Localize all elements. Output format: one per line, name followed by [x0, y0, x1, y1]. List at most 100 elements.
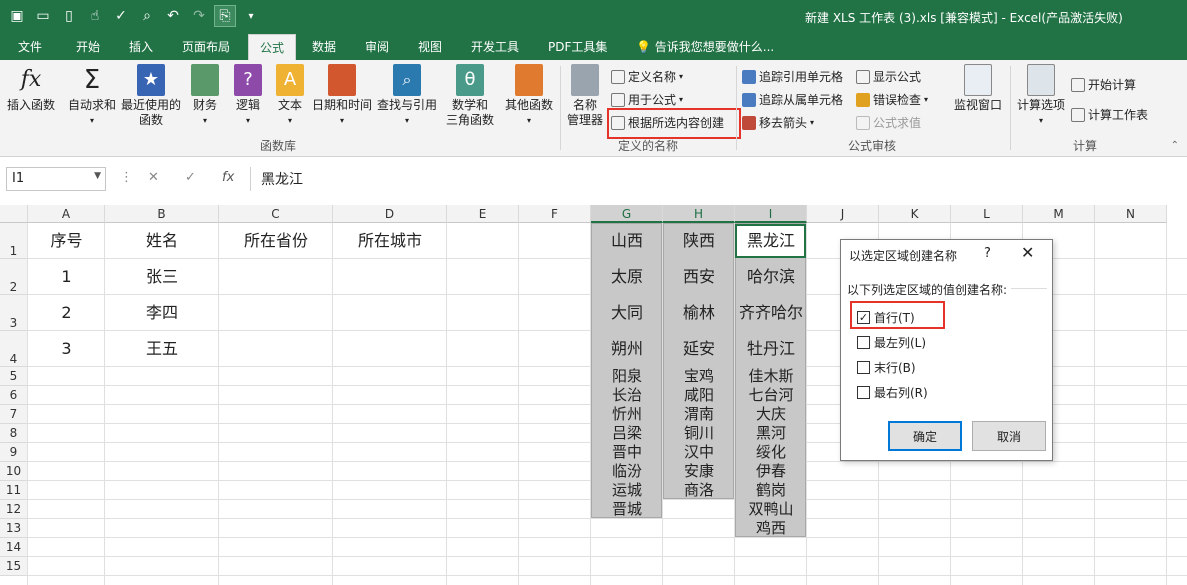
recently-used-button[interactable]: ★ 最近使用的 函数: [120, 64, 182, 128]
tell-me-search[interactable]: 💡 告诉我您想要做什么...: [636, 38, 774, 55]
evaluate-formula-button[interactable]: 公式求值: [856, 114, 921, 131]
save-icon[interactable]: ▣: [6, 5, 28, 27]
column-header-i[interactable]: I: [735, 205, 807, 223]
cell-g9[interactable]: 晋中: [591, 443, 663, 462]
bottom-row-checkbox[interactable]: 末行(B): [857, 359, 916, 376]
tab-file[interactable]: 文件: [18, 38, 42, 55]
row-header-12[interactable]: 12: [0, 500, 28, 519]
column-header-d[interactable]: D: [333, 205, 447, 223]
cell-a3[interactable]: 2: [28, 295, 105, 331]
cell-g3[interactable]: 大同: [591, 295, 663, 331]
cell-b1[interactable]: 姓名: [105, 223, 219, 259]
touch-mode-icon[interactable]: ☝: [84, 5, 106, 27]
left-column-checkbox[interactable]: 最左列(L): [857, 334, 926, 351]
enter-icon[interactable]: ✓: [185, 170, 196, 185]
column-header-b[interactable]: B: [105, 205, 219, 223]
collapse-ribbon-icon[interactable]: ⌃: [1171, 140, 1179, 151]
row-header-8[interactable]: 8: [0, 424, 28, 443]
cell-i4[interactable]: 牡丹江: [735, 331, 807, 367]
row-header-4[interactable]: 4: [0, 331, 28, 367]
cell-g7[interactable]: 忻州: [591, 405, 663, 424]
column-header-k[interactable]: K: [879, 205, 951, 223]
text-button[interactable]: A 文本 ▾: [272, 64, 308, 128]
column-header-f[interactable]: F: [519, 205, 591, 223]
tab-data[interactable]: 数据: [312, 38, 336, 55]
open-icon[interactable]: ▭: [32, 5, 54, 27]
cell-b3[interactable]: 李四: [105, 295, 219, 331]
trace-dependents-button[interactable]: 追踪从属单元格: [742, 91, 843, 108]
print-preview-icon[interactable]: ⌕: [136, 5, 158, 27]
cell-i9[interactable]: 绥化: [735, 443, 807, 462]
row-header-15[interactable]: 15: [0, 557, 28, 576]
cell-h2[interactable]: 西安: [663, 259, 735, 295]
column-header-h[interactable]: H: [663, 205, 735, 223]
trace-precedents-button[interactable]: 追踪引用单元格: [742, 68, 843, 85]
checkbox-icon[interactable]: [857, 361, 870, 374]
cell-h10[interactable]: 安康: [663, 462, 735, 481]
cell-i8[interactable]: 黑河: [735, 424, 807, 443]
use-in-formula-button[interactable]: 用于公式 ▾: [611, 91, 683, 108]
column-header-l[interactable]: L: [951, 205, 1023, 223]
formula-input[interactable]: 黑龙江: [250, 167, 1187, 191]
cell-h9[interactable]: 汉中: [663, 443, 735, 462]
cell-h7[interactable]: 渭南: [663, 405, 735, 424]
calculate-now-button[interactable]: 开始计算: [1071, 76, 1136, 93]
cell-g2[interactable]: 太原: [591, 259, 663, 295]
autosum-button[interactable]: Σ 自动求和 ▾: [66, 64, 118, 128]
cancel-icon[interactable]: ✕: [148, 170, 159, 185]
cell-i13[interactable]: 鸡西: [735, 519, 807, 538]
cell-i10[interactable]: 伊春: [735, 462, 807, 481]
calculate-sheet-button[interactable]: 计算工作表: [1071, 106, 1148, 123]
cell-h5[interactable]: 宝鸡: [663, 367, 735, 386]
cell-g1[interactable]: 山西: [591, 223, 663, 259]
insert-function-icon[interactable]: fx: [222, 170, 234, 185]
tab-insert[interactable]: 插入: [129, 38, 153, 55]
help-icon[interactable]: ?: [984, 246, 991, 261]
more-functions-button[interactable]: 其他函数 ▾: [503, 64, 555, 128]
spellcheck-icon[interactable]: ✓: [110, 5, 132, 27]
name-manager-button[interactable]: 名称 管理器: [565, 64, 605, 128]
qat-dropdown-icon[interactable]: ▾: [240, 5, 262, 27]
lookup-reference-button[interactable]: ⌕ 查找与引用 ▾: [376, 64, 438, 128]
cell-g4[interactable]: 朔州: [591, 331, 663, 367]
cell-g8[interactable]: 吕梁: [591, 424, 663, 443]
row-header-6[interactable]: 6: [0, 386, 28, 405]
cell-h8[interactable]: 铜川: [663, 424, 735, 443]
date-time-button[interactable]: 日期和时间 ▾: [311, 64, 373, 128]
cell-g6[interactable]: 长治: [591, 386, 663, 405]
new-icon[interactable]: ▯: [58, 5, 80, 27]
custom-qat-icon[interactable]: ⎘: [214, 5, 236, 27]
cell-g5[interactable]: 阳泉: [591, 367, 663, 386]
row-header-7[interactable]: 7: [0, 405, 28, 424]
tab-developer[interactable]: 开发工具: [471, 38, 519, 55]
column-header-g[interactable]: G: [591, 205, 663, 223]
cell-h3[interactable]: 榆林: [663, 295, 735, 331]
select-all-corner[interactable]: [0, 205, 28, 223]
cancel-button[interactable]: 取消: [972, 421, 1046, 451]
cell-i12[interactable]: 双鸭山: [735, 500, 807, 519]
tab-pdf-tools[interactable]: PDF工具集: [548, 38, 607, 55]
column-header-m[interactable]: M: [1023, 205, 1095, 223]
row-header-13[interactable]: 13: [0, 519, 28, 538]
define-name-button[interactable]: 定义名称 ▾: [611, 68, 683, 85]
column-header-n[interactable]: N: [1095, 205, 1167, 223]
show-formulas-button[interactable]: 显示公式: [856, 68, 921, 85]
cell-i5[interactable]: 佳木斯: [735, 367, 807, 386]
tab-review[interactable]: 审阅: [365, 38, 389, 55]
cell-a4[interactable]: 3: [28, 331, 105, 367]
redo-icon[interactable]: ↷: [188, 5, 210, 27]
row-header-2[interactable]: 2: [0, 259, 28, 295]
column-header-e[interactable]: E: [447, 205, 519, 223]
cell-h4[interactable]: 延安: [663, 331, 735, 367]
cell-i2[interactable]: 哈尔滨: [735, 259, 807, 295]
tab-view[interactable]: 视图: [418, 38, 442, 55]
row-header-3[interactable]: 3: [0, 295, 28, 331]
watch-window-button[interactable]: 监视窗口: [950, 64, 1006, 113]
cell-i1[interactable]: 黑龙江: [735, 223, 807, 259]
close-icon[interactable]: ✕: [1021, 243, 1034, 262]
tab-home[interactable]: 开始: [76, 38, 100, 55]
math-trig-button[interactable]: θ 数学和 三角函数: [441, 64, 499, 128]
calculation-options-button[interactable]: 计算选项 ▾: [1014, 64, 1068, 128]
cell-i11[interactable]: 鹤岗: [735, 481, 807, 500]
undo-icon[interactable]: ↶: [162, 5, 184, 27]
